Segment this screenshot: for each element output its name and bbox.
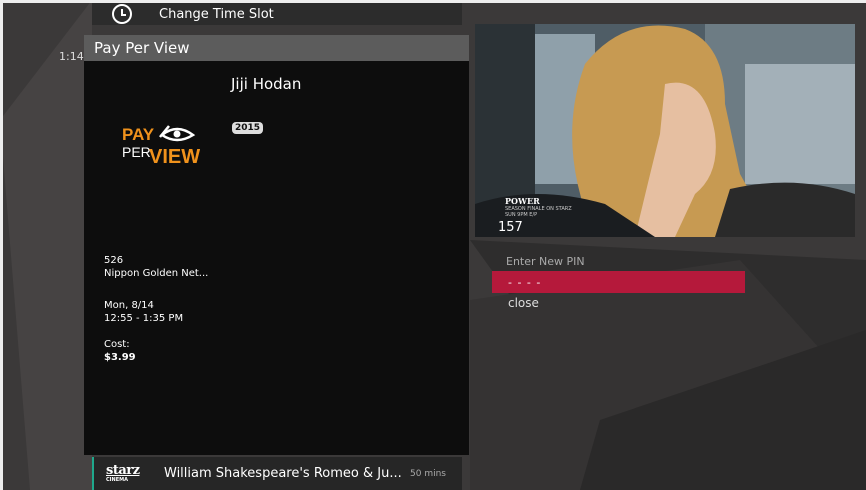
promo-text: SEASON FINALE ON STARZ SUN 9PM E/P [505, 206, 572, 218]
program-list-item[interactable]: starz CINEMA William Shakespeare's Romeo… [92, 457, 462, 490]
video-channel-number: 157 [498, 220, 523, 235]
air-time: 12:55 - 1:35 PM [104, 313, 184, 324]
change-time-slot-label: Change Time Slot [159, 6, 274, 22]
pay-per-view-logo: PAY PER VIEW [122, 125, 200, 168]
year-badge: 2015 [232, 122, 264, 134]
starz-cinema-logo: starz CINEMA [106, 463, 140, 483]
pin-label: Enter New PIN [506, 255, 585, 268]
program-duration: 50 mins [410, 468, 446, 479]
promo-brand: POWER [505, 196, 540, 206]
svg-text:PER: PER [122, 144, 151, 160]
channel-info: 526 Nippon Golden Net... [104, 254, 208, 280]
svg-text:VIEW: VIEW [149, 146, 200, 168]
channel-name: Nippon Golden Net... [104, 268, 209, 279]
cost-info: Cost: $3.99 [104, 338, 136, 364]
program-list-title: William Shakespeare's Romeo & Ju... [164, 466, 402, 481]
close-button[interactable]: close [508, 296, 539, 310]
cost-value: $3.99 [104, 352, 136, 363]
airing-info: Mon, 8/14 12:55 - 1:35 PM [104, 299, 183, 325]
change-time-slot-row[interactable]: Change Time Slot [92, 3, 462, 25]
video-preview[interactable]: POWER SEASON FINALE ON STARZ SUN 9PM E/P… [475, 24, 855, 237]
frame-edge [0, 0, 3, 490]
svg-text:PAY: PAY [122, 125, 155, 144]
clock-icon [112, 4, 132, 24]
air-date: Mon, 8/14 [104, 300, 154, 311]
cost-label: Cost: [104, 339, 130, 350]
ppv-panel: Pay Per View PAY PER VIEW Jiji Hodan 201… [84, 35, 469, 455]
channel-number: 526 [104, 255, 124, 266]
time-indicator: 1:14 [59, 50, 84, 63]
panel-title: Pay Per View [84, 35, 469, 61]
program-title: Jiji Hodan [231, 75, 302, 93]
pin-input[interactable] [492, 271, 745, 293]
